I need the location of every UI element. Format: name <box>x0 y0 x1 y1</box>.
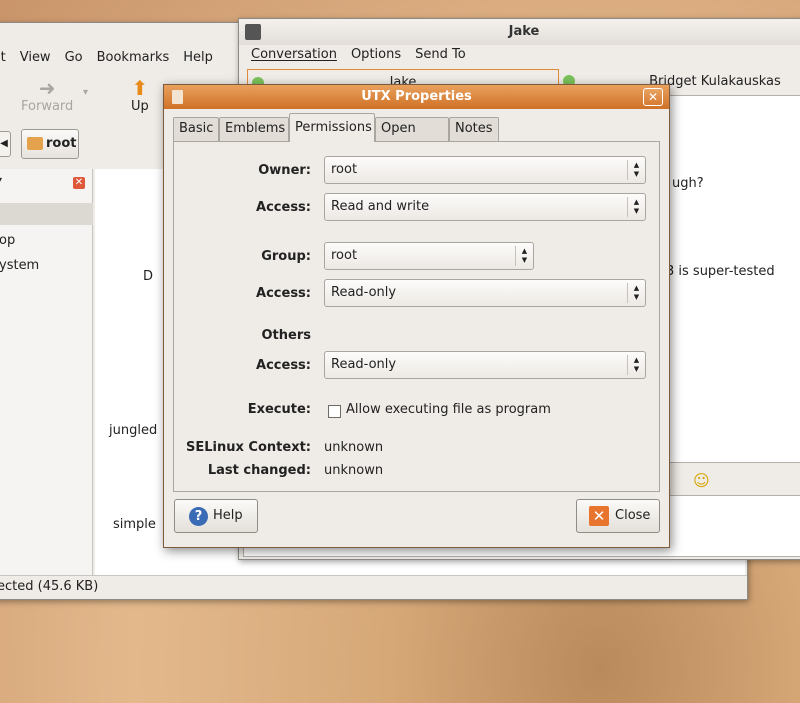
dialog-title: UTX Properties <box>361 89 472 104</box>
combo-arrows-icon: ▲ ▼ <box>627 355 645 375</box>
help-icon: ? <box>189 507 208 526</box>
selinux-value: unknown <box>324 440 384 455</box>
group-access-combo[interactable]: Read-only ▲ ▼ <box>324 279 646 307</box>
last-changed-value: unknown <box>324 463 384 478</box>
conversation-menubar: Conversation Options Send To <box>251 47 466 62</box>
path-root-label: root <box>46 136 77 151</box>
last-changed-label: Last changed: <box>207 463 311 478</box>
owner-access-combo[interactable]: Read and write ▲ ▼ <box>324 193 646 221</box>
sidebar-item-filesystem[interactable]: ystem <box>0 258 39 273</box>
forward-button[interactable]: ➜ Forward <box>21 77 73 114</box>
dialog-titlebar: UTX Properties ✕ <box>164 85 669 109</box>
owner-access-label: Access: <box>256 200 311 215</box>
sidebar-dropdown-icon[interactable]: ▾ <box>0 175 2 186</box>
execute-label: Execute: <box>247 402 311 417</box>
properties-dialog: UTX Properties ✕ Basic Emblems Permissio… <box>163 84 670 548</box>
owner-combo[interactable]: root ▲ ▼ <box>324 156 646 184</box>
group-label: Group: <box>261 249 311 264</box>
others-access-value: Read-only <box>331 357 397 372</box>
tab-open-with[interactable]: Open With <box>375 117 449 158</box>
sidebar-close-icon[interactable]: ✕ <box>73 177 85 189</box>
file-manager-menubar: it View Go Bookmarks Help <box>0 45 251 69</box>
smiley-icon[interactable]: ☺ <box>693 471 710 490</box>
tab-basic[interactable]: Basic <box>173 117 219 141</box>
message-text: 3 is super-tested <box>666 264 775 279</box>
tab-permissions[interactable]: Permissions <box>289 113 375 142</box>
up-arrow-icon: ⬆ <box>131 76 149 100</box>
app-icon <box>245 24 261 40</box>
path-left-arrow-icon[interactable]: ◀ <box>0 131 11 157</box>
sidebar-item-desktop[interactable]: op <box>0 233 15 248</box>
menu-bookmarks[interactable]: Bookmarks <box>97 50 170 65</box>
menu-conversation[interactable]: Conversation <box>251 47 337 62</box>
combo-arrows-icon: ▲ ▼ <box>627 283 645 303</box>
file-item-label[interactable]: D <box>143 269 153 284</box>
close-icon[interactable]: ✕ <box>643 88 663 106</box>
menu-send-to[interactable]: Send To <box>415 47 466 62</box>
file-manager-sidebar: ▾ ✕ op ystem <box>0 169 93 575</box>
menu-view[interactable]: View <box>20 50 51 65</box>
menu-edit[interactable]: it <box>0 50 6 65</box>
forward-dropdown-icon[interactable]: ▾ <box>83 87 88 98</box>
close-button-label: Close <box>615 508 651 523</box>
others-label: Others <box>261 328 312 343</box>
execute-checkbox[interactable] <box>328 405 341 418</box>
close-icon: ✕ <box>589 506 609 526</box>
others-access-label: Access: <box>256 358 311 373</box>
owner-value: root <box>331 162 358 177</box>
group-value: root <box>331 248 358 263</box>
combo-arrows-icon: ▲ ▼ <box>627 197 645 217</box>
combo-arrows-icon: ▲ ▼ <box>627 160 645 180</box>
group-access-label: Access: <box>256 286 311 301</box>
tab-emblems[interactable]: Emblems <box>219 117 289 141</box>
group-access-value: Read-only <box>331 285 397 300</box>
selinux-label: SELinux Context: <box>186 440 311 455</box>
group-combo[interactable]: root ▲ ▼ <box>324 242 534 270</box>
status-bar: ected (45.6 KB) <box>0 575 747 599</box>
execute-checkbox-label[interactable]: Allow executing file as program <box>346 402 551 417</box>
help-button-label: Help <box>213 508 243 523</box>
owner-access-value: Read and write <box>331 199 430 214</box>
forward-label: Forward <box>21 99 74 114</box>
message-text: ugh? <box>672 176 704 191</box>
file-item-label[interactable]: jungled <box>109 423 157 438</box>
menu-help[interactable]: Help <box>183 50 213 65</box>
forward-arrow-icon: ➜ <box>38 76 56 100</box>
folder-icon <box>27 137 43 150</box>
menu-options[interactable]: Options <box>351 47 401 62</box>
up-button[interactable]: ⬆ Up <box>131 77 149 114</box>
others-access-combo[interactable]: Read-only ▲ ▼ <box>324 351 646 379</box>
permissions-panel: Owner: root ▲ ▼ Access: Read and write ▲ ▼… <box>173 141 660 492</box>
file-item-label[interactable]: simple <box>113 517 156 532</box>
owner-label: Owner: <box>258 163 311 178</box>
menu-go[interactable]: Go <box>65 50 83 65</box>
combo-arrows-icon: ▲ ▼ <box>515 246 533 266</box>
tab-notes[interactable]: Notes <box>449 117 499 141</box>
up-label: Up <box>131 99 149 114</box>
help-button[interactable]: ? Help <box>174 499 258 533</box>
conversation-title: Jake <box>508 24 540 39</box>
sidebar-selected-item[interactable] <box>0 203 93 225</box>
close-button[interactable]: ✕ Close <box>576 499 660 533</box>
document-icon <box>172 90 183 104</box>
conversation-titlebar: Jake <box>239 19 800 45</box>
path-root-button[interactable]: root <box>21 129 79 159</box>
